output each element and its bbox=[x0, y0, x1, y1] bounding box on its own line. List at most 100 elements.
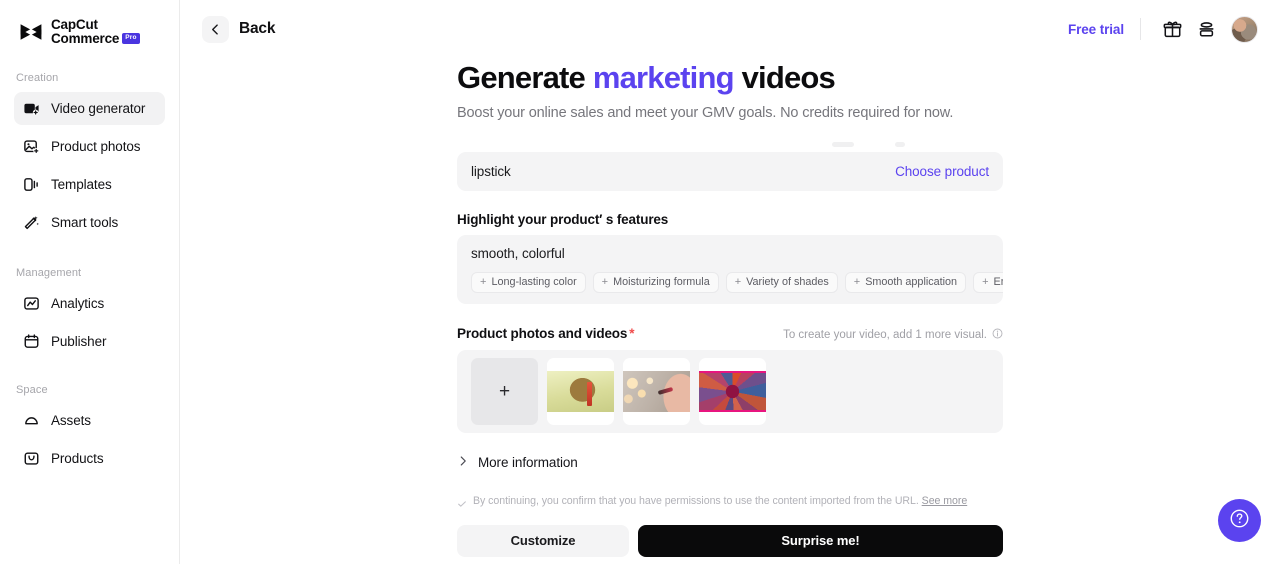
assets-cloud-icon bbox=[23, 412, 40, 429]
customize-button[interactable]: Customize bbox=[457, 524, 629, 557]
video-generator-icon bbox=[23, 100, 40, 117]
consent-checkbox[interactable] bbox=[457, 496, 467, 514]
chevron-left-icon bbox=[202, 15, 229, 43]
app-logo[interactable]: CapCut Commerce Pro bbox=[0, 0, 179, 46]
action-buttons: Customize Surprise me! bbox=[457, 524, 1003, 557]
features-label: Highlight your product′ s features bbox=[457, 211, 669, 227]
plus-icon: + bbox=[498, 380, 511, 402]
sidebar-item-label: Product photos bbox=[51, 138, 141, 154]
sidebar-item-products[interactable]: Products bbox=[14, 442, 165, 475]
info-icon[interactable] bbox=[992, 328, 1003, 342]
consent-text: By continuing, you confirm that you have… bbox=[473, 495, 967, 509]
features-input-box[interactable]: smooth, colorful + Long-lasting color + Mo… bbox=[457, 234, 1003, 304]
page-title-accent: marketing bbox=[592, 60, 735, 95]
more-information-label: More information bbox=[478, 455, 578, 471]
thumbnail-image bbox=[623, 370, 690, 412]
products-bag-icon bbox=[23, 450, 40, 467]
feature-chip-label: Long-lasting color bbox=[491, 276, 577, 289]
plus-icon: + bbox=[480, 275, 487, 288]
chevron-right-icon bbox=[457, 454, 469, 472]
page-title-part1: Generate bbox=[457, 60, 593, 95]
product-name-value: lipstick bbox=[471, 163, 511, 179]
logo-line-2: Commerce bbox=[51, 30, 120, 46]
ghost-fragment-b bbox=[895, 141, 905, 147]
plus-icon: + bbox=[734, 275, 742, 288]
add-media-button[interactable]: + bbox=[471, 357, 538, 425]
free-trial-button[interactable]: Free trial bbox=[1068, 22, 1140, 37]
main-area: Back Free trial Generate marketing video… bbox=[180, 0, 1280, 564]
sidebar-group-management-label: Management bbox=[16, 266, 82, 279]
question-mark-icon bbox=[1229, 508, 1250, 534]
user-avatar[interactable] bbox=[1231, 15, 1258, 43]
surprise-me-button[interactable]: Surprise me! bbox=[638, 524, 1003, 557]
page-subtitle: Boost your online sales and meet your GM… bbox=[457, 104, 954, 121]
sidebar-item-publisher[interactable]: Publisher bbox=[14, 325, 165, 358]
lipstick-fan-arrangement-thumbnail[interactable] bbox=[699, 357, 766, 425]
sidebar-group-creation-label: Creation bbox=[16, 71, 59, 84]
media-section-header: Product photos and videos * To create you… bbox=[457, 326, 1003, 342]
gift-icon[interactable] bbox=[1155, 12, 1189, 46]
thumbnail-image bbox=[547, 370, 614, 412]
feature-chip-label: Enh bbox=[993, 276, 1004, 289]
templates-icon bbox=[23, 176, 40, 193]
content-column: Generate marketing videos Boost your onl… bbox=[457, 60, 1003, 557]
choose-product-button[interactable]: Choose product bbox=[895, 164, 989, 179]
sidebar-item-assets[interactable]: Assets bbox=[14, 404, 165, 437]
woman-applying-lipstick-thumbnail[interactable] bbox=[623, 357, 690, 425]
media-hint: To create your video, add 1 more visual. bbox=[783, 328, 1003, 342]
page-title-part2: videos bbox=[733, 60, 836, 95]
logo-line-1: CapCut bbox=[51, 17, 98, 32]
product-input-row[interactable]: lipstick Choose product bbox=[457, 151, 1003, 191]
feature-chip[interactable]: + Smooth application bbox=[844, 271, 967, 293]
thumbnail-image bbox=[699, 370, 766, 412]
publisher-icon bbox=[23, 333, 40, 350]
pro-badge: Pro bbox=[122, 33, 140, 44]
sidebar-item-label: Analytics bbox=[51, 295, 105, 311]
feature-suggestion-chips: + Long-lasting color + Moisturizing formul… bbox=[457, 261, 1003, 304]
back-label: Back bbox=[239, 20, 276, 37]
plus-icon: + bbox=[601, 275, 609, 288]
sidebar-item-label: Video generator bbox=[51, 100, 146, 116]
plus-icon: + bbox=[982, 275, 989, 288]
help-button[interactable] bbox=[1218, 499, 1261, 542]
sidebar-item-video-generator[interactable]: Video generator bbox=[14, 91, 165, 125]
page-title: Generate marketing videos bbox=[457, 60, 1003, 96]
topbar-right-group: Free trial bbox=[1068, 12, 1258, 46]
sidebar-item-smart-tools[interactable]: Smart tools bbox=[14, 206, 165, 239]
sidebar-item-analytics[interactable]: Analytics bbox=[14, 287, 165, 320]
media-hint-text: To create your video, add 1 more visual. bbox=[783, 328, 987, 341]
feature-chip-label: Moisturizing formula bbox=[613, 276, 710, 289]
feature-chip-label: Smooth application bbox=[865, 276, 958, 289]
product-photos-icon bbox=[23, 138, 40, 155]
feature-chip[interactable]: + Moisturizing formula bbox=[592, 271, 719, 293]
smart-tools-icon bbox=[23, 214, 40, 231]
sidebar-group-space-label: Space bbox=[16, 383, 48, 396]
consent-row: By continuing, you confirm that you have… bbox=[457, 495, 1003, 514]
feature-chip[interactable]: + Enh bbox=[973, 271, 1004, 293]
consent-text-body: By continuing, you confirm that you have… bbox=[473, 494, 919, 507]
sidebar-item-label: Smart tools bbox=[51, 214, 119, 230]
credits-coin-icon[interactable] bbox=[1189, 12, 1223, 46]
required-asterisk: * bbox=[629, 325, 635, 341]
topbar: Back Free trial bbox=[180, 0, 1280, 58]
feature-chip[interactable]: + Long-lasting color bbox=[471, 271, 586, 293]
sidebar-item-templates[interactable]: Templates bbox=[14, 168, 165, 201]
sidebar-item-product-photos[interactable]: Product photos bbox=[14, 130, 165, 163]
feature-chip[interactable]: + Variety of shades bbox=[725, 271, 838, 293]
media-label-text: Product photos and videos bbox=[457, 325, 628, 341]
app-root: CapCut Commerce Pro Creation Video gener… bbox=[0, 0, 1280, 564]
sidebar-item-label: Templates bbox=[51, 176, 112, 192]
ghost-fragment-a bbox=[832, 141, 854, 147]
features-value: smooth, colorful bbox=[471, 245, 565, 261]
back-button[interactable]: Back bbox=[196, 12, 281, 47]
scrolled-content-remnant bbox=[457, 135, 1003, 149]
topbar-divider bbox=[1140, 18, 1141, 40]
sidebar-item-label: Publisher bbox=[51, 333, 107, 349]
lipstick-with-mirror-thumbnail[interactable] bbox=[547, 357, 614, 425]
sidebar-item-label: Assets bbox=[51, 412, 91, 428]
capcut-logo-icon bbox=[18, 22, 44, 42]
see-more-link[interactable]: See more bbox=[922, 495, 968, 507]
more-information-toggle[interactable]: More information bbox=[457, 454, 1003, 472]
feature-chip-label: Variety of shades bbox=[746, 276, 829, 289]
media-thumbnails-box: + bbox=[457, 349, 1003, 433]
